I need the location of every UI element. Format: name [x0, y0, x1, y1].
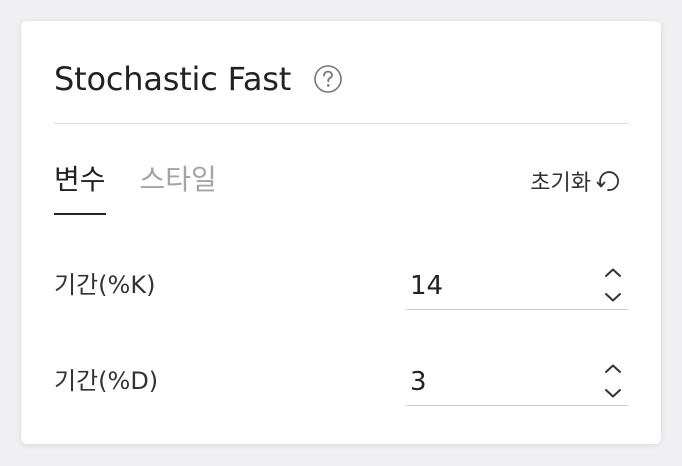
- chevron-down-icon[interactable]: [602, 383, 624, 403]
- param-label: 기간(%D): [54, 367, 159, 395]
- reset-button[interactable]: 초기화: [530, 164, 621, 198]
- reset-label: 초기화: [530, 171, 591, 196]
- settings-panel: Stochastic Fast 변수 스타일 초기화 기간(%K) 14 기간(…: [21, 21, 661, 444]
- question-circle-icon[interactable]: [313, 64, 343, 94]
- k-period-input[interactable]: [410, 259, 580, 313]
- param-row-d-period: 기간(%D): [54, 351, 628, 411]
- header-divider: [54, 123, 628, 124]
- chevron-up-icon[interactable]: [602, 263, 624, 283]
- rotate-ccw-icon: [595, 168, 621, 194]
- d-period-field: [406, 351, 628, 409]
- param-label: 기간(%K): [54, 271, 156, 299]
- d-period-input[interactable]: [410, 355, 580, 409]
- tab-style[interactable]: 스타일: [140, 157, 217, 217]
- param-row-k-period: 기간(%K): [54, 255, 628, 315]
- k-period-field: [406, 255, 628, 313]
- chevron-down-icon[interactable]: [602, 287, 624, 307]
- tab-variables[interactable]: 변수: [54, 157, 106, 217]
- d-period-stepper: [602, 359, 624, 403]
- tab-bar: 변수 스타일: [54, 157, 251, 217]
- k-period-stepper: [602, 263, 624, 307]
- panel-title: Stochastic Fast: [54, 60, 292, 98]
- panel-header: Stochastic Fast: [54, 55, 343, 103]
- chevron-up-icon[interactable]: [602, 359, 624, 379]
